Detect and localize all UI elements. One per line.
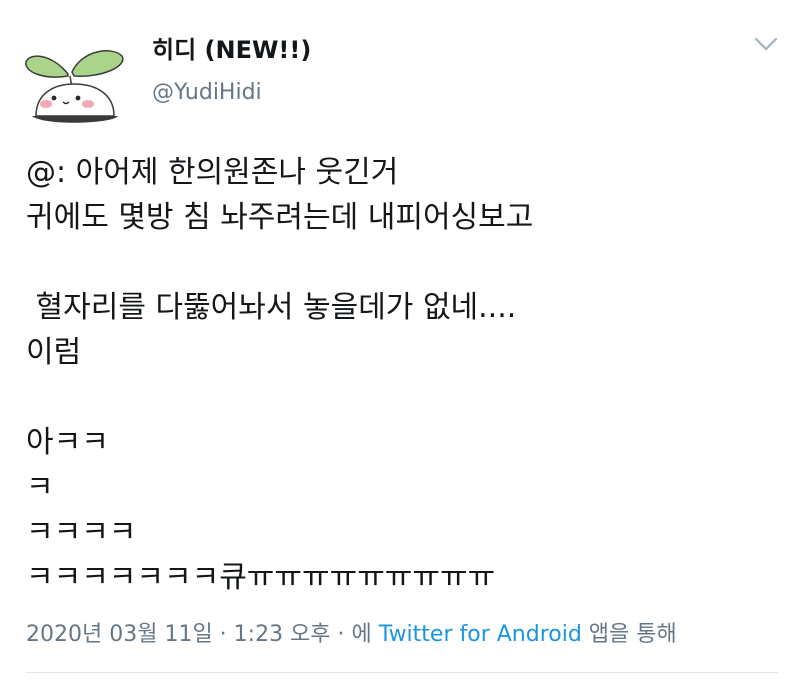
tweet-line: 아ㅋㅋ (26, 425, 109, 460)
avatar-base (32, 116, 118, 123)
tweet-line: 이럼 (26, 335, 82, 370)
avatar-left-cheek (40, 100, 52, 108)
tweet-text: @: 아어제 한의원존나 웃긴거귀에도 몇방 침 놔주려는데 내피어싱보고 혈자… (26, 150, 786, 600)
avatar-right-leaf (71, 50, 124, 77)
tweet-line (26, 375, 786, 420)
tweet-line: ㅋㅋㅋㅋㅋㅋㅋ큐ㅠㅠㅠㅠㅠㅠㅠㅠㅠ (26, 560, 496, 595)
source-link[interactable]: Twitter for Android (379, 622, 582, 647)
tweet-line: @: 아어제 한의원존나 웃긴거 (26, 155, 399, 190)
avatar-left-eye (51, 95, 57, 101)
avatar-right-eye (75, 95, 81, 101)
timestamp[interactable]: 2020년 03월 11일 · 1:23 오후 · 에 (26, 622, 372, 647)
avatar-left-leaf (25, 55, 69, 78)
chevron-down-icon[interactable] (752, 34, 780, 54)
user-handle[interactable]: @YudiHidi (152, 80, 262, 105)
divider (26, 672, 778, 673)
tweet-metadata: 2020년 03월 11일 · 1:23 오후 · 에 Twitter for … (26, 616, 677, 648)
source-suffix: 앱을 통해 (588, 622, 677, 647)
display-name[interactable]: 히디 (NEW!!) (152, 30, 311, 65)
tweet-line: ㅋㅋㅋㅋ (26, 515, 137, 550)
tweet-line: 귀에도 몇방 침 놔주려는데 내피어싱보고 (26, 200, 534, 235)
tweet-line: 혈자리를 다뚫어놔서 놓을데가 없네.... (26, 290, 517, 325)
tweet-card: 히디 (NEW!!) @YudiHidi @: 아어제 한의원존나 웃긴거귀에도… (0, 0, 800, 695)
tweet-line (26, 240, 786, 285)
tweet-line: ㅋ (26, 470, 54, 505)
avatar[interactable] (22, 36, 132, 128)
avatar-body (35, 83, 115, 117)
avatar-right-cheek (82, 100, 94, 108)
